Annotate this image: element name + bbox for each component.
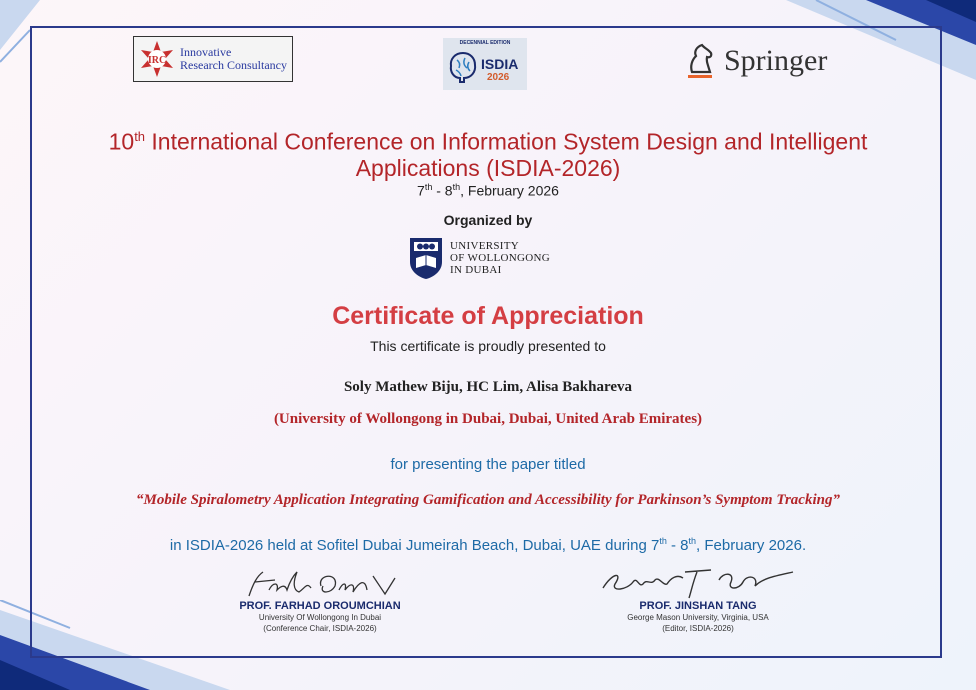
chair-institution: University Of Wollongong In Dubai (258, 613, 382, 622)
isdia-name: ISDIA (481, 56, 519, 72)
conference-date: 7th - 8th, February 2026 (0, 182, 976, 199)
handwritten-signature-editor (602, 569, 794, 599)
handwritten-signature-chair (248, 571, 396, 597)
recipient-names: Soly Mathew Biju, HC Lim, Alisa Bakharev… (343, 379, 633, 395)
signature-block-editor: PROF. JINSHAN TANG George Mason Universi… (568, 568, 828, 634)
irc-emblem-text: IRC (148, 55, 166, 66)
date-day1: 7 (417, 182, 425, 199)
conference-title-line2: Applications (ISDIA-2026) (355, 154, 621, 181)
signature-block-chair: PROF. FARHAD OROUMCHIAN University Of Wo… (190, 568, 450, 634)
organized-by-label: Organized by (443, 212, 533, 228)
held-text: in ISDIA-2026 held at Sofitel Dubai Jume… (169, 537, 660, 554)
conference-ordinal-sup: th (134, 129, 146, 144)
date-sup2: th (452, 182, 461, 192)
brain-icon (449, 51, 477, 83)
editor-role: (Editor, ISDIA-2026) (662, 624, 734, 633)
isdia-logo: DECENNIAL EDITION ISDIA 2026 (443, 38, 527, 90)
irc-text: Innovative Research Consultancy (180, 46, 287, 72)
certificate-title: Certificate of Appreciation (332, 302, 644, 330)
editor-institution: George Mason University, Virginia, USA (627, 613, 769, 622)
uow-text: UNIVERSITY OF WOLLONGONG IN DUBAI (450, 240, 550, 276)
for-presenting-text: for presenting the paper titled (390, 456, 586, 473)
recipient-affiliation: (University of Wollongong in Dubai, Duba… (273, 411, 703, 427)
isdia-edition-label: DECENNIAL EDITION (459, 40, 511, 46)
springer-name: Springer (724, 44, 828, 77)
event-details: in ISDIA-2026 held at Sofitel Dubai Jume… (0, 536, 976, 554)
presented-to-text: This certificate is proudly presented to (370, 338, 606, 354)
chair-role: (Conference Chair, ISDIA-2026) (263, 624, 377, 633)
conference-title: 10th International Conference on Informa… (0, 124, 976, 181)
chair-name: PROF. FARHAD OROUMCHIAN (239, 600, 401, 612)
uow-dubai-logo: UNIVERSITY OF WOLLONGONG IN DUBAI (408, 236, 550, 280)
date-month-year: , February 2026 (460, 182, 559, 199)
conference-title-text: International Conference on Information … (145, 128, 868, 155)
date-day2: - 8 (432, 182, 453, 199)
paper-title: “Mobile Spiralometry Application Integra… (136, 492, 840, 508)
uow-line2: OF WOLLONGONG (450, 252, 550, 264)
held-sup1: th (659, 536, 667, 546)
conference-ordinal: 10 (108, 128, 135, 155)
springer-horse-icon (688, 43, 713, 78)
conference-title-line1: 10th International Conference on Informa… (0, 124, 976, 155)
held-sup2: th (688, 536, 697, 546)
isdia-year: 2026 (487, 72, 510, 83)
irc-emblem-icon: IRC (141, 41, 173, 77)
irc-line2: Research Consultancy (180, 58, 287, 72)
uow-crest-icon (410, 238, 442, 279)
held-month-year: , February 2026. (696, 537, 807, 554)
springer-logo: Springer (684, 42, 827, 80)
uow-line3: IN DUBAI (450, 264, 502, 276)
editor-name: PROF. JINSHAN TANG (639, 600, 757, 612)
irc-logo: IRC Innovative Research Consultancy (133, 36, 293, 82)
held-day2: - 8 (666, 537, 689, 554)
uow-line1: UNIVERSITY (450, 240, 519, 252)
